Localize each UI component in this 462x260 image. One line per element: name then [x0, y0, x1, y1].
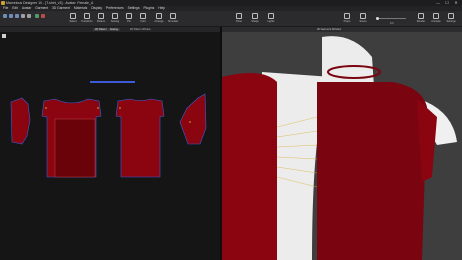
scene-icon — [360, 13, 366, 19]
sewing-point[interactable] — [189, 121, 191, 123]
garment-back-panel[interactable] — [222, 73, 277, 260]
pattern-sleeve-left[interactable] — [10, 97, 31, 145]
garment-3d-header: 3D Garment Window — [222, 27, 462, 32]
pattern-canvas[interactable] — [0, 32, 220, 260]
view-options-icon[interactable] — [2, 34, 6, 38]
simulate-icon — [170, 13, 176, 19]
save-file-icon[interactable] — [15, 14, 19, 18]
app-logo-icon — [1, 1, 5, 5]
sewing-icon — [112, 13, 118, 19]
select-tool-button[interactable]: Select — [66, 12, 80, 26]
scene-tool-button[interactable]: Scene — [356, 12, 370, 26]
new-file-icon[interactable] — [3, 14, 7, 18]
pin-icon — [126, 13, 132, 19]
stop-icon[interactable] — [41, 14, 45, 18]
animate-icon — [433, 13, 439, 19]
garment-3d-window[interactable]: 3D Garment Window — [222, 27, 462, 260]
sewing-point[interactable] — [97, 107, 99, 109]
redo-icon[interactable] — [27, 14, 31, 18]
tab-2d-pattern[interactable]: 2D Pattern — [93, 28, 109, 31]
render-icon — [418, 13, 424, 19]
arrange-icon — [156, 13, 162, 19]
pin-tool-button[interactable]: Pin — [122, 12, 136, 26]
pose-tool-button[interactable]: Pose — [232, 12, 246, 26]
pattern-tool-button[interactable]: Pattern — [94, 12, 108, 26]
garment-3d-canvas[interactable] — [222, 27, 462, 260]
simulate-tool-button[interactable]: Simulate — [166, 12, 180, 26]
garment-front-panel[interactable] — [317, 82, 427, 260]
transform-icon — [84, 13, 90, 19]
pattern-window-title: 2D Pattern Window — [130, 28, 151, 31]
pattern-collar[interactable] — [90, 81, 135, 83]
render-tool-button[interactable]: Render — [414, 12, 428, 26]
props-icon — [344, 13, 350, 19]
pattern-back[interactable] — [115, 98, 165, 178]
garment-3d-title: 3D Garment Window — [317, 28, 342, 31]
settings-tool-button[interactable]: Settings — [444, 12, 458, 26]
animate-tool-button[interactable]: Animate — [429, 12, 443, 26]
tab-sewing[interactable]: Sewing — [108, 28, 120, 31]
settings-icon — [448, 13, 454, 19]
pattern-icon — [98, 13, 104, 19]
sewing-point[interactable] — [119, 107, 121, 109]
shape-icon — [252, 13, 258, 19]
lights-icon — [268, 13, 274, 19]
pattern-sleeve-right[interactable] — [179, 93, 207, 145]
fold-tool-button[interactable]: Fold — [136, 12, 150, 26]
select-icon — [70, 13, 76, 19]
main-toolbar: Select Transform Pattern Sewing Pin Fold… — [0, 11, 462, 27]
simulation-speed-slider[interactable] — [376, 17, 406, 20]
open-file-icon[interactable] — [9, 14, 13, 18]
arrange-tool-button[interactable]: Arrange — [152, 12, 166, 26]
window-title: Marvelous Designer 10 - [T-shirt_v3] - A… — [6, 1, 94, 5]
transform-tool-button[interactable]: Transform — [80, 12, 94, 26]
slider-knob[interactable] — [376, 17, 379, 20]
pose-icon — [236, 13, 242, 19]
undo-icon[interactable] — [21, 14, 25, 18]
pattern-window[interactable] — [0, 32, 220, 260]
sewing-tool-button[interactable]: Sewing — [108, 12, 122, 26]
props-tool-button[interactable]: Props — [340, 12, 354, 26]
print-placement[interactable] — [54, 118, 96, 178]
lights-tool-button[interactable]: Lights — [264, 12, 278, 26]
sewing-point[interactable] — [45, 107, 47, 109]
record-icon[interactable] — [35, 14, 39, 18]
slider-value: 0.3 — [390, 22, 394, 25]
shape-tool-button[interactable]: Shape — [248, 12, 262, 26]
fold-icon — [140, 13, 146, 19]
